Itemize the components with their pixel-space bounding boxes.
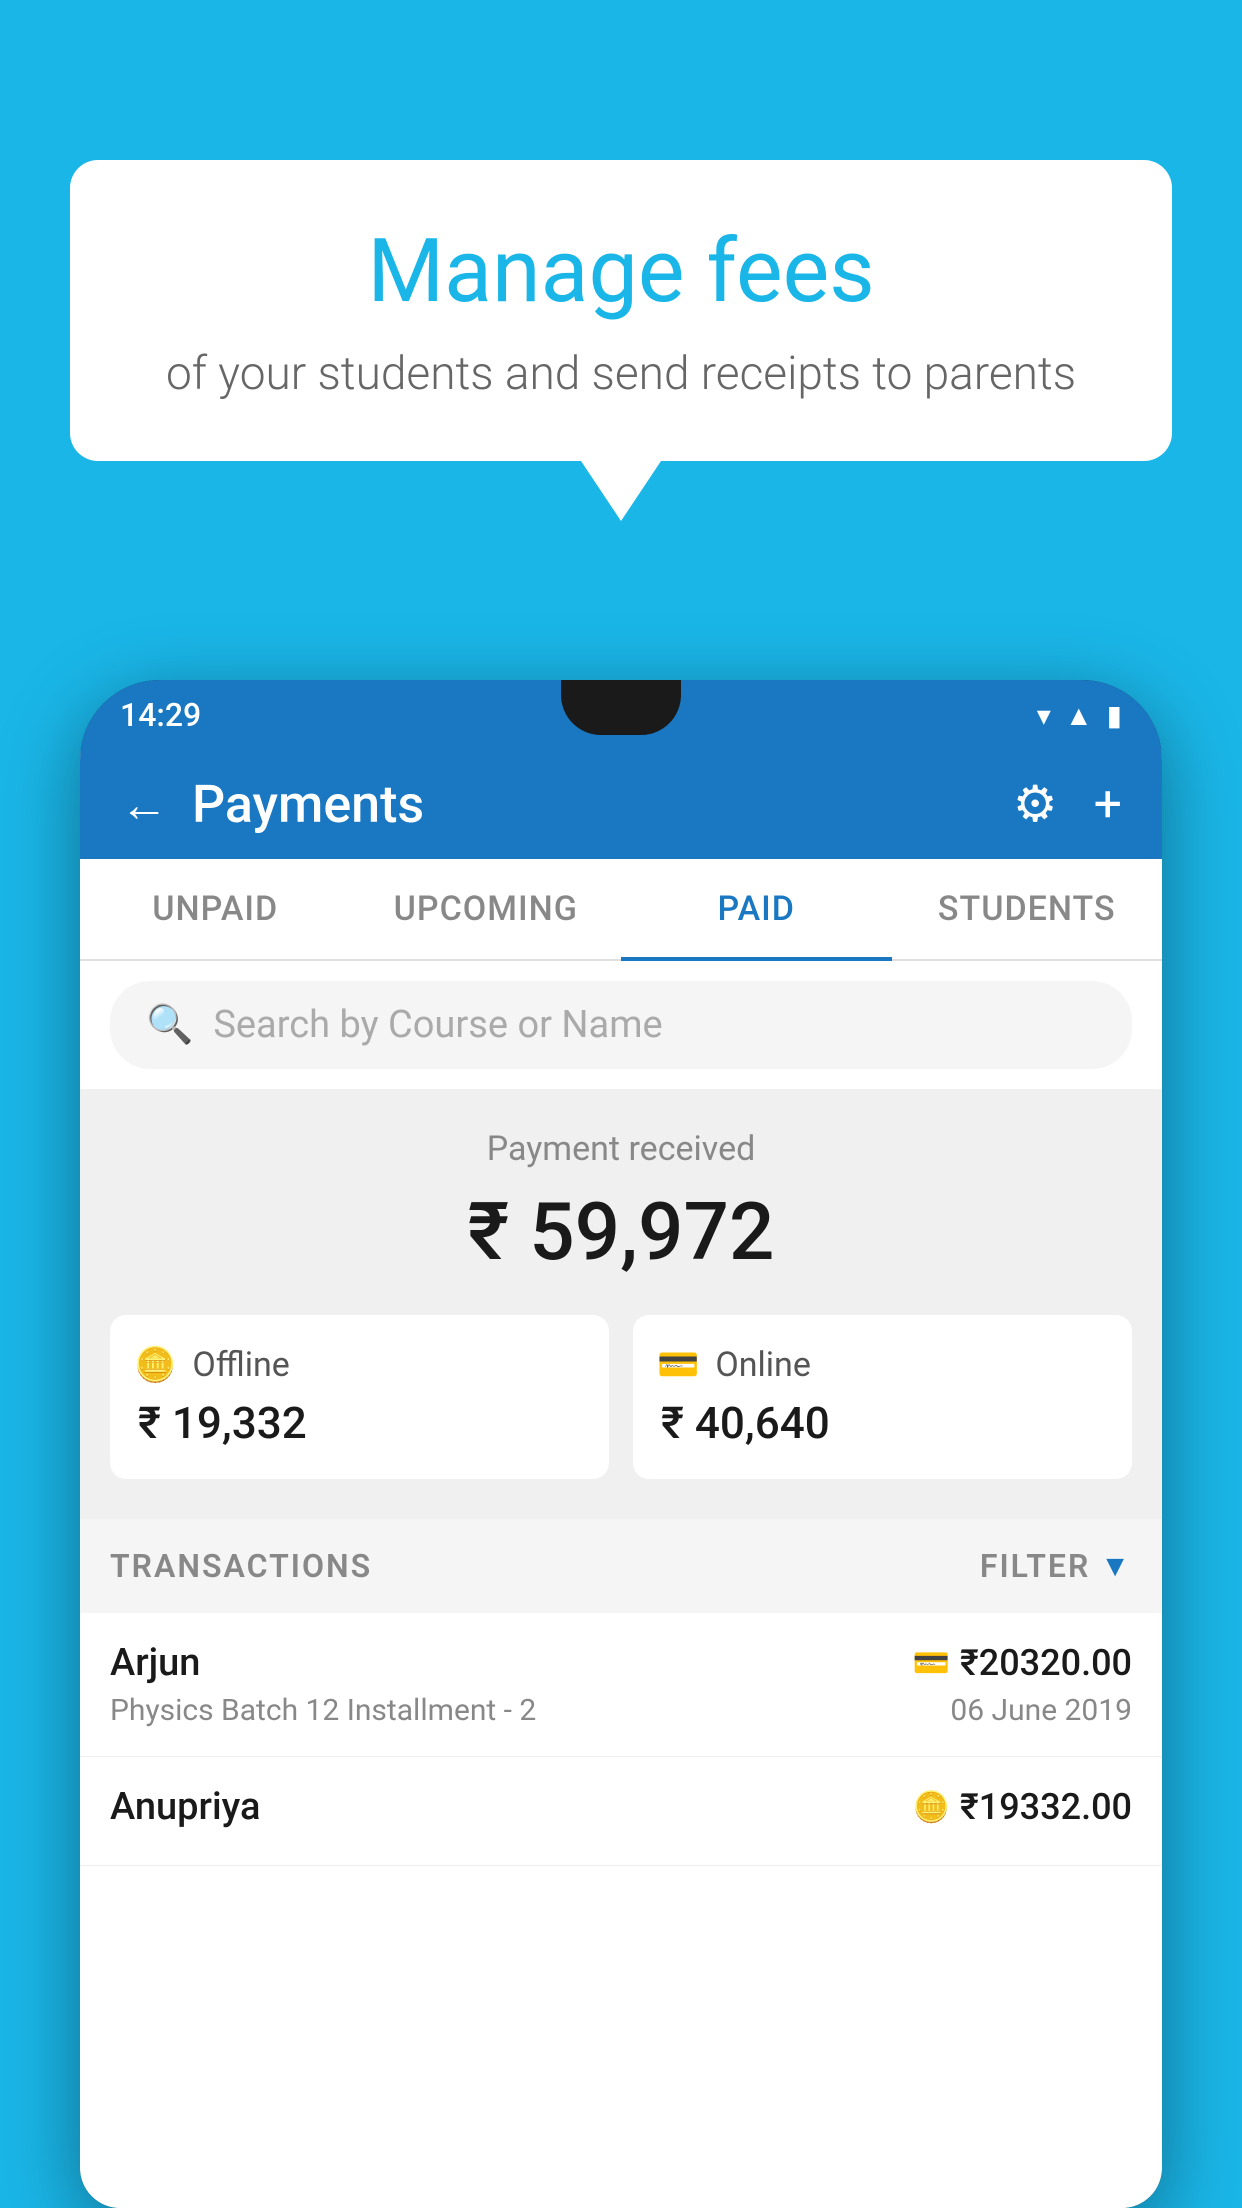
speech-bubble: Manage fees of your students and send re… [70, 160, 1172, 461]
transaction-list: Arjun 💳 ₹20320.00 Physics Batch 12 Insta… [80, 1613, 1162, 2208]
tab-students[interactable]: STUDENTS [892, 859, 1163, 959]
transaction-amount: 💳 ₹20320.00 [913, 1642, 1132, 1684]
battery-icon: ▮ [1107, 699, 1122, 732]
online-card-header: 💳 Online [657, 1345, 811, 1385]
offline-label: Offline [192, 1345, 289, 1385]
amount-value: ₹20320.00 [960, 1642, 1132, 1684]
filter-button[interactable]: FILTER ▼ [980, 1547, 1132, 1585]
wifi-icon: ▾ [1037, 699, 1051, 732]
app-header: ← Payments ⚙ + [80, 750, 1162, 859]
payment-received-label: Payment received [110, 1129, 1132, 1169]
search-bar[interactable]: 🔍 Search by Course or Name [110, 981, 1132, 1069]
tab-paid[interactable]: PAID [621, 859, 892, 959]
row-top: Arjun 💳 ₹20320.00 [110, 1641, 1132, 1685]
bubble-title: Manage fees [150, 220, 1092, 323]
search-icon: 🔍 [146, 1003, 193, 1047]
online-label: Online [715, 1345, 811, 1385]
phone-time: 14:29 [120, 696, 201, 734]
transaction-amount: 🪙 ₹19332.00 [913, 1786, 1132, 1828]
cash-icon: 🪙 [134, 1345, 176, 1385]
offline-amount: ₹ 19,332 [134, 1397, 307, 1449]
tab-unpaid[interactable]: UNPAID [80, 859, 351, 959]
student-name: Arjun [110, 1641, 200, 1685]
status-bar: 14:29 ▾ ▲ ▮ [80, 680, 1162, 750]
payment-summary: Payment received ₹ 59,972 🪙 Offline ₹ 19… [80, 1089, 1162, 1519]
page-title: Payments [192, 774, 424, 835]
back-button[interactable]: ← [120, 776, 168, 833]
header-left: ← Payments [120, 774, 424, 835]
card-icon: 💳 [657, 1345, 699, 1385]
bubble-subtitle: of your students and send receipts to pa… [150, 347, 1092, 401]
offline-card-header: 🪙 Offline [134, 1345, 290, 1385]
cash-payment-icon: 🪙 [913, 1790, 950, 1825]
search-input[interactable]: Search by Course or Name [213, 1003, 662, 1047]
card-payment-icon: 💳 [913, 1646, 950, 1681]
settings-button[interactable]: ⚙ [1013, 775, 1058, 834]
search-container: 🔍 Search by Course or Name [80, 961, 1162, 1089]
add-button[interactable]: + [1094, 776, 1122, 834]
speech-bubble-section: Manage fees of your students and send re… [70, 160, 1172, 521]
header-right: ⚙ + [1013, 775, 1122, 834]
signal-icon: ▲ [1065, 699, 1093, 732]
transactions-header: TRANSACTIONS FILTER ▼ [80, 1519, 1162, 1613]
online-card: 💳 Online ₹ 40,640 [633, 1315, 1132, 1479]
transaction-date: 06 June 2019 [950, 1693, 1132, 1728]
filter-text: FILTER [980, 1547, 1090, 1585]
phone-notch [561, 680, 681, 735]
bubble-tail [581, 461, 661, 521]
student-name: Anupriya [110, 1785, 260, 1829]
offline-card: 🪙 Offline ₹ 19,332 [110, 1315, 609, 1479]
tab-upcoming[interactable]: UPCOMING [351, 859, 622, 959]
payment-total-amount: ₹ 59,972 [110, 1185, 1132, 1279]
online-amount: ₹ 40,640 [657, 1397, 830, 1449]
phone-frame: 14:29 ▾ ▲ ▮ ← Payments ⚙ + UNPAID UPCOMI… [80, 680, 1162, 2208]
payment-cards: 🪙 Offline ₹ 19,332 💳 Online ₹ 40,640 [110, 1315, 1132, 1479]
filter-icon: ▼ [1100, 1549, 1132, 1584]
table-row: Anupriya 🪙 ₹19332.00 [80, 1757, 1162, 1866]
transactions-label: TRANSACTIONS [110, 1547, 372, 1585]
row-bottom: Physics Batch 12 Installment - 2 06 June… [110, 1693, 1132, 1728]
app-screen: ← Payments ⚙ + UNPAID UPCOMING PAID STUD… [80, 750, 1162, 2208]
amount-value: ₹19332.00 [960, 1786, 1132, 1828]
tabs-bar: UNPAID UPCOMING PAID STUDENTS [80, 859, 1162, 961]
table-row: Arjun 💳 ₹20320.00 Physics Batch 12 Insta… [80, 1613, 1162, 1757]
status-icons: ▾ ▲ ▮ [1037, 699, 1122, 732]
course-name: Physics Batch 12 Installment - 2 [110, 1693, 536, 1728]
row-top: Anupriya 🪙 ₹19332.00 [110, 1785, 1132, 1829]
